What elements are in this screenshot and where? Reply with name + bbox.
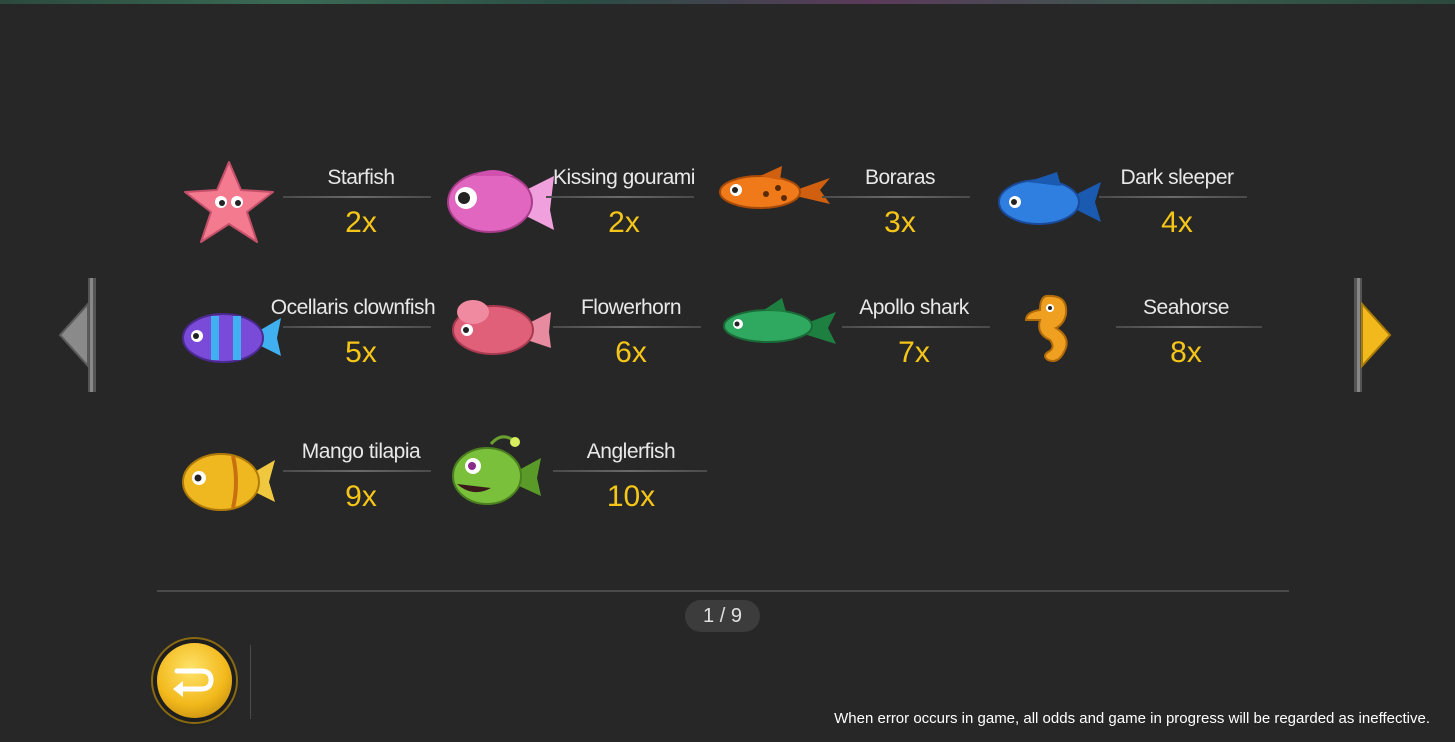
divider-line: [283, 470, 431, 472]
divider-line: [822, 196, 970, 198]
paytable-item-ocellaris-clownfish: Ocellaris clownfish 5x: [181, 290, 461, 390]
seahorse-icon: [1006, 290, 1106, 380]
divider-line: [546, 196, 694, 198]
paytable-item-mango-tilapia: Mango tilapia 9x: [181, 434, 461, 534]
divider-line: [553, 470, 707, 472]
flowerhorn-icon: [451, 290, 551, 380]
fish-name: Starfish: [327, 166, 395, 189]
apollo-shark-icon: [723, 290, 836, 380]
page-indicator: 1 / 9: [685, 600, 760, 632]
divider-line: [1099, 196, 1247, 198]
starfish-icon: [181, 160, 281, 250]
right-arrow-icon: [1354, 278, 1392, 392]
divider-line: [1116, 326, 1262, 328]
left-arrow-icon: [58, 278, 96, 392]
fish-odds: 2x: [608, 206, 640, 239]
back-button[interactable]: [157, 643, 232, 718]
divider-line: [283, 326, 431, 328]
divider-line: [283, 196, 431, 198]
fish-odds: 10x: [606, 480, 656, 513]
fish-odds: 4x: [1161, 206, 1193, 239]
dark-sleeper-icon: [997, 160, 1101, 250]
mango-tilapia-icon: [181, 434, 281, 524]
paytable-grid: Starfish 2x Kissing gourami 2x Boraras 3…: [0, 0, 1455, 560]
paytable-item-boraras: Boraras 3x: [719, 160, 1000, 260]
fish-odds: 3x: [884, 206, 916, 239]
fish-name: Boraras: [864, 166, 936, 189]
boraras-icon: [719, 160, 830, 250]
fish-odds: 5x: [345, 336, 377, 369]
paytable-item-flowerhorn: Flowerhorn 6x: [451, 290, 731, 390]
prev-page-button[interactable]: [58, 278, 98, 392]
next-page-button[interactable]: [1352, 278, 1392, 392]
paytable-item-kissing-gourami: Kissing gourami 2x: [444, 160, 724, 260]
divider-line: [553, 326, 701, 328]
bottom-divider: [157, 590, 1289, 592]
anglerfish-icon: [451, 434, 551, 524]
paytable-item-dark-sleeper: Dark sleeper 4x: [997, 160, 1277, 260]
fish-odds: 8x: [1170, 336, 1202, 369]
disclaimer-text: When error occurs in game, all odds and …: [834, 710, 1430, 727]
paytable-item-starfish: Starfish 2x: [181, 160, 461, 260]
fish-name: Dark sleeper: [1120, 166, 1234, 189]
fish-name: Flowerhorn: [580, 296, 682, 319]
fish-name: Kissing gourami: [553, 166, 695, 189]
button-separator: [250, 645, 251, 719]
fish-odds: 7x: [898, 336, 930, 369]
fish-name: Ocellaris clownfish: [270, 296, 436, 319]
fish-odds: 2x: [345, 206, 377, 239]
fish-name: Anglerfish: [586, 440, 676, 463]
return-icon: [173, 668, 214, 697]
fish-odds: 6x: [615, 336, 647, 369]
paytable-item-apollo-shark: Apollo shark 7x: [723, 290, 1004, 390]
paytable-item-seahorse: Seahorse 8x: [1006, 290, 1286, 390]
fish-name: Mango tilapia: [301, 440, 421, 463]
divider-line: [842, 326, 990, 328]
fish-name: Apollo shark: [859, 296, 969, 319]
kissing-gourami-icon: [444, 160, 554, 250]
fish-name: Seahorse: [1143, 296, 1229, 319]
paytable-item-anglerfish: Anglerfish 10x: [451, 434, 731, 534]
fish-odds: 9x: [345, 480, 377, 513]
